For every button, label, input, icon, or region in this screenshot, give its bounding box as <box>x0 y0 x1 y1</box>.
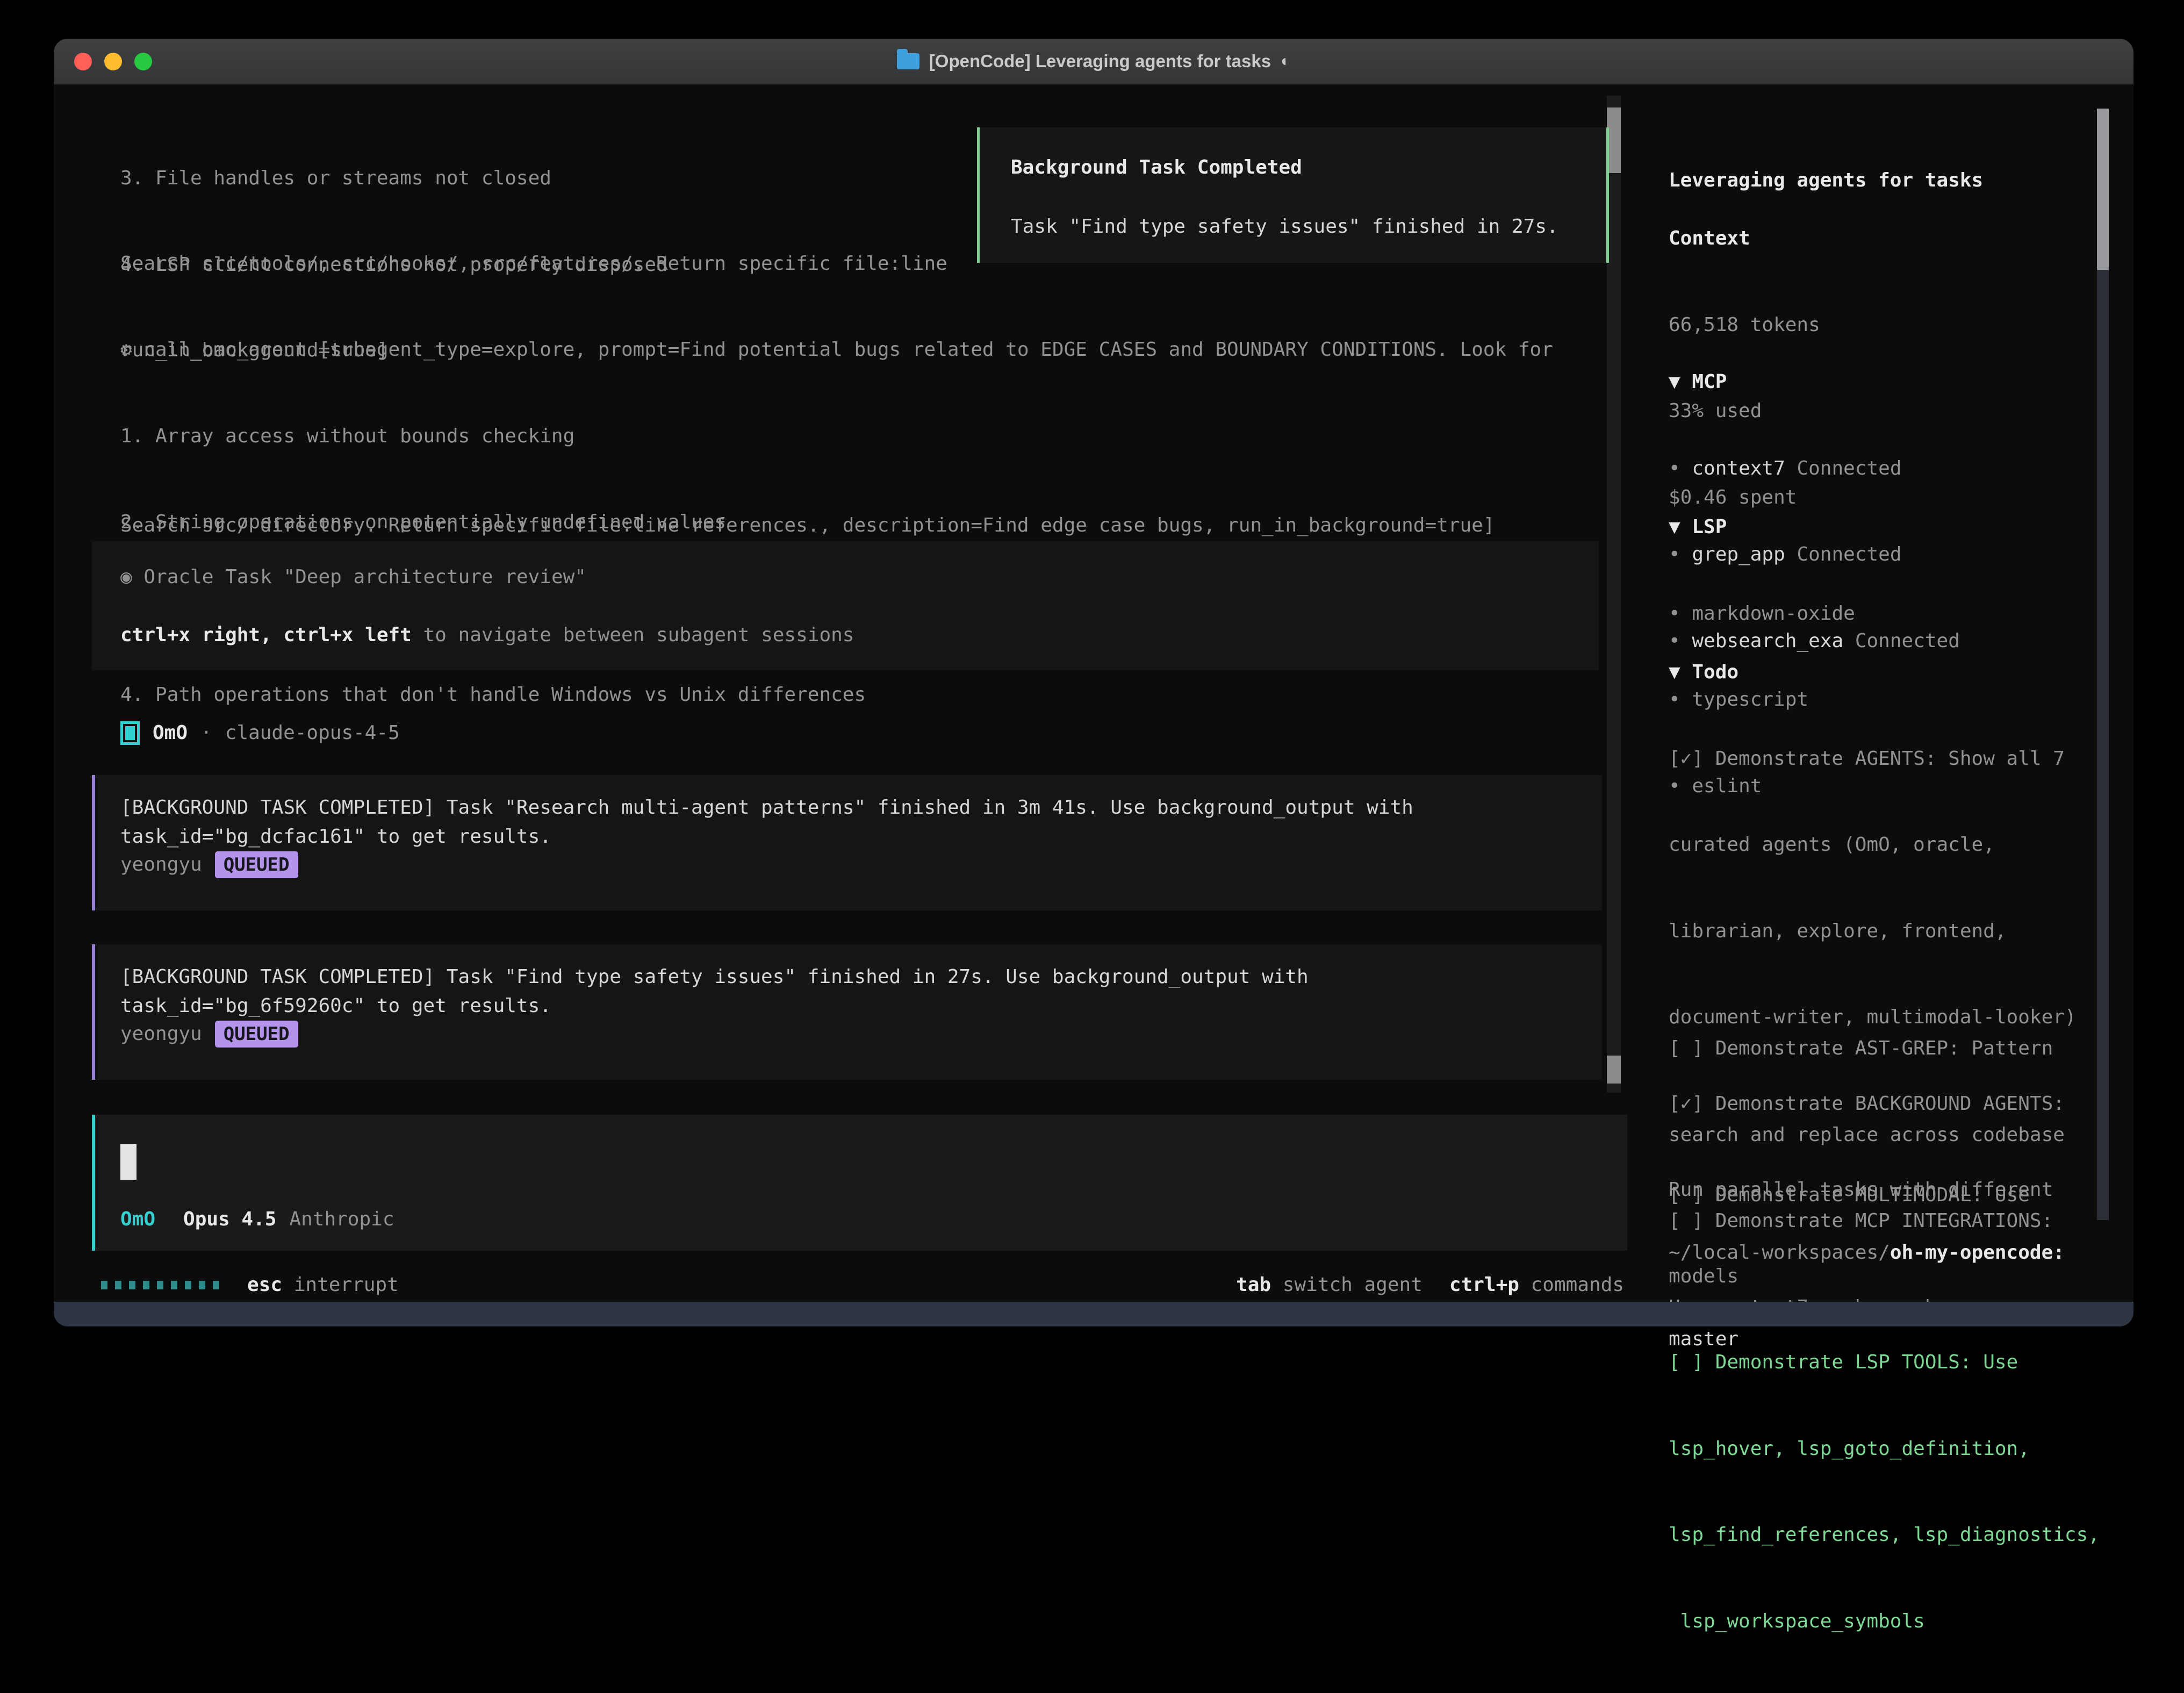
task-meta-row: yeongyu QUEUED <box>120 1020 298 1049</box>
workspace-path: ~/local-workspaces/oh-my-opencode: <box>1669 1238 2096 1267</box>
mcp-heading[interactable]: ▼ MCP <box>1669 368 2096 397</box>
task-message-line: task_id="bg_6f59260c" to get results. <box>120 992 551 1021</box>
window-controls <box>74 53 152 70</box>
text-line: 1. Array access without bounds checking <box>120 422 1553 451</box>
half-circle-progress-icon: ◐ <box>1281 52 1290 70</box>
tool-call-line: ⚙ call_omo_agent [subagent_type=explore,… <box>120 335 1553 364</box>
active-model-label[interactable]: Opus 4.5 <box>183 1205 276 1234</box>
todo-line-pending: [ ] Demonstrate AST-GREP: Pattern <box>1669 1034 2096 1063</box>
shortcut-hint: to navigate between subagent sessions <box>412 624 854 646</box>
subagent-title: ◉ Oracle Task "Deep architecture review" <box>120 563 586 592</box>
task-author: yeongyu <box>120 1020 202 1049</box>
title-bar[interactable]: [OpenCode] Leveraging agents for tasks ◐ <box>54 39 2133 85</box>
agent-model: claude-opus-4-5 <box>225 719 400 748</box>
active-agent-label[interactable]: OmO <box>120 1205 155 1234</box>
sidebar-scrollbar-track[interactable] <box>2097 270 2109 1220</box>
main-scrollbar-thumb[interactable] <box>1607 1056 1621 1084</box>
working-spinner-dots <box>101 1281 219 1289</box>
minimize-button[interactable] <box>104 53 122 70</box>
tab-key-hint: tab <box>1236 1271 1271 1300</box>
todo-line-active: lsp_find_references, lsp_diagnostics, <box>1669 1520 2096 1549</box>
model-row: OmO Opus 4.5 Anthropic <box>120 1205 394 1234</box>
app-content: 3. File handles or streams not closed 4.… <box>54 85 2133 1302</box>
separator-dot: · <box>200 719 212 748</box>
esc-key-hint: esc <box>247 1271 282 1300</box>
shortcut-keys: ctrl+x right, ctrl+x left <box>120 624 412 646</box>
conversation-pane[interactable]: 3. File handles or streams not closed 4.… <box>54 85 1655 1302</box>
esc-key-label: interrupt <box>294 1271 399 1300</box>
subagent-nav-hint: ctrl+x right, ctrl+x left to navigate be… <box>120 621 854 650</box>
text-line: 4. Path operations that don't handle Win… <box>120 680 1553 709</box>
todo-line-done: librarian, explore, frontend, <box>1669 917 2096 946</box>
window-title: [OpenCode] Leveraging agents for tasks <box>929 51 1271 71</box>
lsp-heading[interactable]: ▼ LSP <box>1669 513 2096 542</box>
tool-call-text: call_omo_agent [subagent_type=explore, p… <box>143 339 1553 361</box>
zoom-button[interactable] <box>134 53 152 70</box>
status-bar-right: tab switch agent ctrl+p commands <box>1236 1271 1624 1300</box>
commands-key-hint: ctrl+p <box>1449 1271 1519 1300</box>
task-message-line: task_id="bg_dcfac161" to get results. <box>120 822 551 851</box>
agent-name: OmO <box>153 719 188 748</box>
toast-notification[interactable]: Background Task Completed Task "Find typ… <box>977 127 1609 263</box>
task-author: yeongyu <box>120 850 202 879</box>
todo-line-active: lsp_workspace_symbols <box>1669 1607 2096 1636</box>
terminal-window: [OpenCode] Leveraging agents for tasks ◐… <box>54 39 2133 1326</box>
text-line: Search src/tools/, src/hooks/, src/featu… <box>120 249 947 278</box>
todo-line-done: [✓] Demonstrate AGENTS: Show all 7 <box>1669 744 2096 773</box>
context-heading: Context <box>1669 224 2096 253</box>
agent-header: OmO · claude-opus-4-5 <box>120 719 400 748</box>
prompt-input[interactable]: OmO Opus 4.5 Anthropic <box>92 1115 1627 1251</box>
todo-line-active: lsp_hover, lsp_goto_definition, <box>1669 1434 2096 1464</box>
background-task-message[interactable]: [BACKGROUND TASK COMPLETED] Task "Find t… <box>92 944 1602 1080</box>
gear-icon: ⚙ <box>120 339 132 361</box>
text-line: Search src/ directory. Return specific f… <box>120 511 1495 540</box>
desktop: { "window": { "title": "[OpenCode] Lever… <box>0 0 2184 1390</box>
folder-icon <box>897 53 919 69</box>
window-bottom-edge <box>54 1302 2133 1326</box>
triangle-down-icon: ▼ <box>1669 516 1680 538</box>
background-task-message[interactable]: [BACKGROUND TASK COMPLETED] Task "Resear… <box>92 775 1602 910</box>
record-icon: ◉ <box>120 566 132 588</box>
provider-label: Anthropic <box>289 1205 394 1234</box>
text-cursor <box>120 1144 136 1180</box>
triangle-down-icon: ▼ <box>1669 371 1680 393</box>
text-line: 3. File handles or streams not closed <box>120 164 668 193</box>
window-title-area: [OpenCode] Leveraging agents for tasks ◐ <box>54 39 2133 84</box>
commands-key-label: commands <box>1531 1271 1624 1300</box>
triangle-down-icon: ▼ <box>1669 661 1680 683</box>
status-badge: QUEUED <box>215 851 298 878</box>
todo-line-done: curated agents (OmO, oracle, <box>1669 830 2096 859</box>
status-bar: esc interrupt tab switch agent ctrl+p co… <box>101 1271 1624 1300</box>
task-message-line: [BACKGROUND TASK COMPLETED] Task "Resear… <box>120 793 1413 822</box>
session-sidebar: Leveraging agents for tasks Context 66,5… <box>1655 85 2133 1302</box>
task-message-line: [BACKGROUND TASK COMPLETED] Task "Find t… <box>120 963 1309 992</box>
toast-body: Task "Find type safety issues" finished … <box>1011 212 1558 241</box>
agent-square-icon <box>120 721 140 745</box>
task-meta-row: yeongyu QUEUED <box>120 850 298 879</box>
status-badge: QUEUED <box>215 1021 298 1048</box>
todo-heading[interactable]: ▼ Todo <box>1669 658 2096 687</box>
tab-key-label: switch agent <box>1283 1271 1423 1300</box>
subagent-session-card[interactable]: ◉ Oracle Task "Deep architecture review"… <box>92 541 1599 670</box>
sidebar-scrollbar-thumb[interactable] <box>2097 109 2109 270</box>
close-button[interactable] <box>74 53 92 70</box>
toast-title: Background Task Completed <box>1011 153 1302 182</box>
